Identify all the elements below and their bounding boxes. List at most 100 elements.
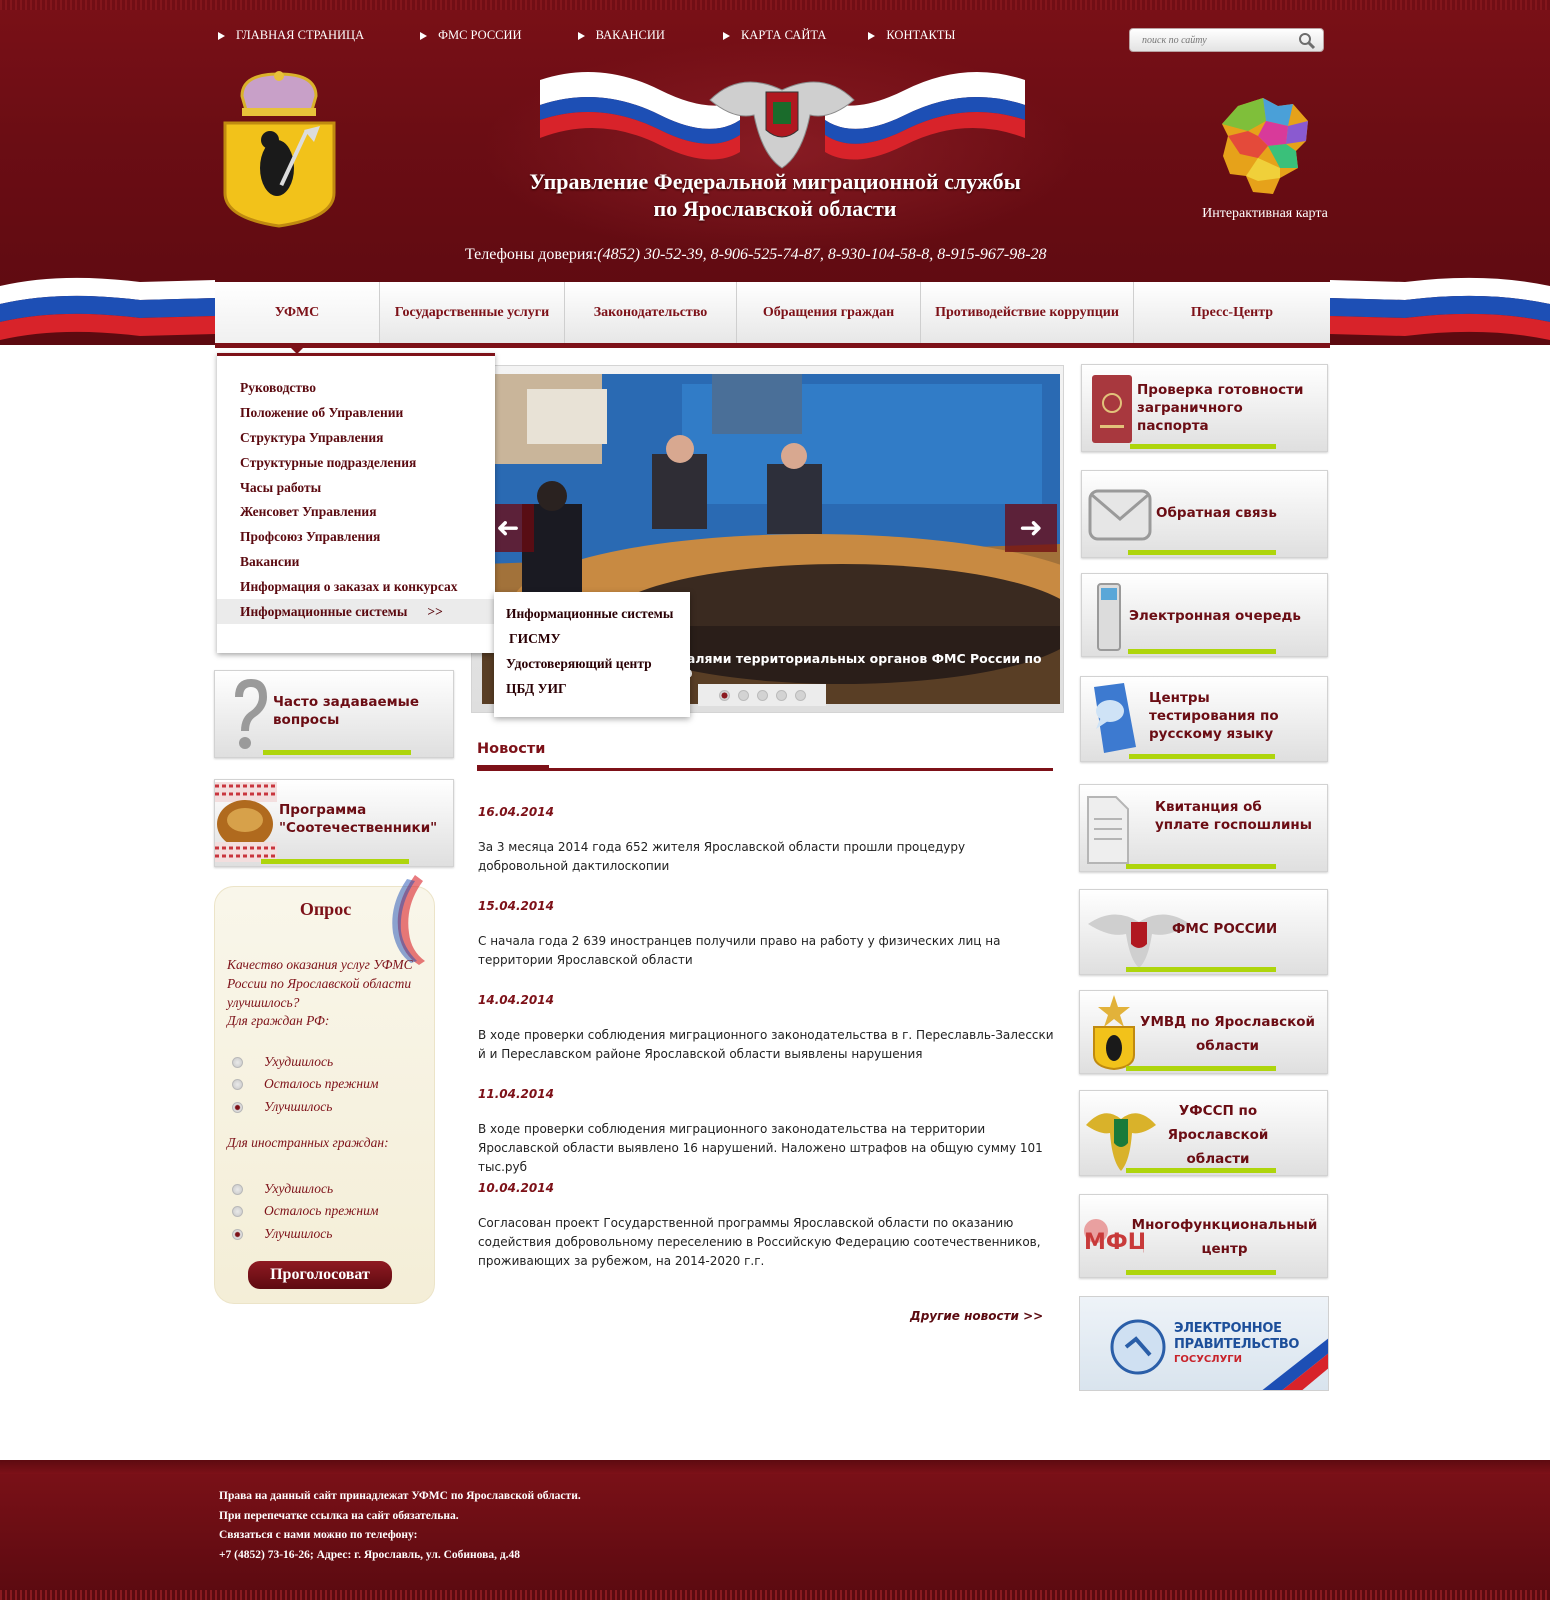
fee-receipt-banner[interactable]: Квитанция об уплате госпошлины — [1079, 784, 1328, 872]
more-news-link[interactable]: Другие новости >> — [910, 1309, 1043, 1323]
top-nav-label: ГЛАВНАЯ СТРАНИЦА — [236, 28, 365, 42]
phones-label: Телефоны доверия: — [465, 246, 598, 263]
news-text[interactable]: С начала года 2 639 иностранцев получили… — [478, 932, 1056, 970]
main-nav: УФМС Государственные услуги Законодатель… — [215, 282, 1330, 354]
vote-button[interactable]: Проголосоват — [248, 1261, 392, 1289]
poll-option-label: Ухудшилось — [264, 1054, 334, 1069]
poll-option-worse-citizens[interactable]: Ухудшилось — [232, 1054, 333, 1070]
slider-next-button[interactable]: ➜ — [1005, 504, 1057, 552]
ufssp-banner[interactable]: УФССП по Ярославской области — [1079, 1090, 1328, 1176]
search-icon[interactable] — [1298, 32, 1316, 50]
news-date: 15.04.2014 — [478, 899, 554, 913]
mfc-banner[interactable]: МФЦ Многофункциональный центр — [1079, 1194, 1328, 1278]
egov-line1: ЭЛЕКТРОННОЕ — [1174, 1321, 1282, 1336]
poll-option-worse-foreigners[interactable]: Ухудшилось — [232, 1181, 333, 1197]
news-text[interactable]: В ходе проверки соблюдения миграционного… — [478, 1120, 1056, 1177]
top-nav-home[interactable]: ГЛАВНАЯ СТРАНИЦА — [218, 28, 364, 43]
slider-pagination — [698, 684, 826, 706]
main-nav-legislation[interactable]: Законодательство — [565, 282, 737, 343]
interactive-map-label[interactable]: Интерактивная карта — [1180, 206, 1350, 222]
main-nav-label: Законодательство — [593, 304, 708, 320]
banner-label: Многофункциональный центр — [1131, 1217, 1318, 1257]
site-footer: Права на данный сайт принадлежат УФМС по… — [0, 1460, 1550, 1600]
dropdown-item-hours[interactable]: Часы работы — [217, 475, 495, 500]
submenu-item-info-systems[interactable]: Информационные системы — [494, 601, 690, 626]
main-nav-label: Противодействие коррупции — [935, 304, 1119, 320]
top-nav: ГЛАВНАЯ СТРАНИЦА ФМС РОССИИ ВАКАНСИИ КАР… — [218, 28, 1011, 43]
dropdown-item-trade-union[interactable]: Профсоюз Управления — [217, 525, 495, 550]
dropdown-item-women-council[interactable]: Женсовет Управления — [217, 500, 495, 525]
triangle-right-icon — [722, 31, 730, 40]
top-nav-label: КАРТА САЙТА — [740, 28, 827, 42]
dropdown-item-leadership[interactable]: Руководство — [217, 376, 495, 401]
radio-button[interactable] — [232, 1056, 243, 1068]
umvd-banner[interactable]: УМВД по Ярославской области — [1079, 990, 1328, 1074]
main-nav-gov-services[interactable]: Государственные услуги — [380, 282, 565, 343]
dropdown-item-vacancies[interactable]: Вакансии — [217, 550, 495, 575]
poll-option-better-citizens[interactable]: Улучшилось — [232, 1099, 332, 1115]
banner-label: УМВД по Ярославской области — [1140, 1014, 1315, 1054]
dropdown-item-regulation[interactable]: Положение об Управлении — [217, 401, 495, 426]
submenu-item-cbd-uig[interactable]: ЦБД УИГ — [494, 676, 690, 701]
triangle-right-icon — [868, 31, 876, 40]
egov-line3: ГОСУСЛУГИ — [1174, 1354, 1243, 1365]
main-nav-ufms[interactable]: УФМС — [215, 282, 380, 354]
radio-button[interactable] — [232, 1183, 243, 1195]
footer-line: Права на данный сайт принадлежат УФМС по… — [219, 1490, 581, 1502]
news-text[interactable]: В ходе проверки соблюдения миграционного… — [478, 1026, 1056, 1064]
top-nav-fms[interactable]: ФМС РОССИИ — [420, 28, 522, 43]
info-systems-submenu: Информационные системы ГИСМУ Удостоверяю… — [494, 592, 690, 717]
poll-option-same-citizens[interactable]: Осталось прежним — [232, 1076, 379, 1092]
top-nav-vacancies[interactable]: ВАКАНСИИ — [577, 28, 665, 43]
poll-option-better-foreigners[interactable]: Улучшилось — [232, 1226, 332, 1242]
flag-ribbon-icon — [392, 875, 425, 965]
poll-title: Опрос — [299, 899, 352, 919]
search-input[interactable] — [1130, 29, 1290, 51]
dropdown-item-info-systems[interactable]: Информационные системы >> — [217, 599, 495, 624]
main-nav-press-center[interactable]: Пресс-Центр — [1134, 282, 1330, 343]
slider-dot[interactable] — [775, 689, 787, 701]
radio-button[interactable] — [232, 1205, 243, 1217]
banner-accent-bar — [1126, 1066, 1276, 1071]
submenu-item-certification-center[interactable]: Удостоверяющий центр — [494, 651, 690, 676]
triangle-right-icon — [218, 31, 225, 40]
main-nav-appeals[interactable]: Обращения граждан — [737, 282, 921, 343]
dropdown-item-label: Профсоюз Управления — [240, 529, 381, 545]
top-nav-contacts[interactable]: КОНТАКТЫ — [868, 28, 955, 43]
dropdown-item-subdivisions[interactable]: Структурные подразделения — [217, 450, 495, 475]
dropdown-item-orders[interactable]: Информация о заказах и конкурсах — [217, 574, 495, 599]
dropdown-item-structure[interactable]: Структура Управления — [217, 426, 495, 451]
compatriots-banner[interactable]: Программа "Соотечественники" — [214, 779, 454, 867]
russian-test-centers-banner[interactable]: Центры тестирования по русскому языку — [1080, 676, 1328, 762]
slider-dot[interactable] — [737, 689, 749, 701]
footer-line: При перепечатке ссылка на сайт обязатель… — [219, 1509, 459, 1522]
region-map-icon[interactable] — [1218, 96, 1313, 196]
faq-banner[interactable]: Часто задаваемые вопросы — [214, 670, 454, 758]
fms-russia-banner[interactable]: ФМС РОССИИ — [1079, 889, 1328, 975]
banner-accent-bar — [1126, 1270, 1276, 1275]
slider-dot[interactable] — [756, 689, 768, 701]
passport-check-banner[interactable]: Проверка готовности заграничного паспорт… — [1081, 364, 1328, 452]
banner-accent-bar — [1130, 444, 1276, 449]
footer-line: +7 (4852) 73-16-26; Адрес: г. Ярославль,… — [219, 1548, 521, 1561]
egov-banner[interactable]: ЭЛЕКТРОННОЕ ПРАВИТЕЛЬСТВО ГОСУСЛУГИ — [1079, 1296, 1329, 1391]
slider-dot[interactable] — [794, 689, 806, 701]
radio-button-selected[interactable] — [232, 1101, 243, 1113]
radio-button-selected[interactable] — [232, 1228, 243, 1240]
news-text[interactable]: Согласован проект Государственной програ… — [478, 1214, 1056, 1271]
banner-label: ФМС РОССИИ — [1172, 921, 1278, 937]
radio-button[interactable] — [232, 1078, 243, 1090]
news-date: 10.04.2014 — [478, 1181, 554, 1195]
news-text[interactable]: За 3 месяца 2014 года 652 жителя Ярослав… — [478, 838, 1056, 876]
feedback-banner[interactable]: Обратная связь — [1081, 470, 1328, 558]
envelope-icon — [1088, 489, 1152, 541]
submenu-item-gismu[interactable]: ГИСМУ — [494, 626, 690, 651]
electronic-queue-banner[interactable]: Электронная очередь — [1081, 573, 1328, 657]
slider-dot[interactable] — [718, 689, 730, 701]
banner-accent-bar — [263, 750, 411, 755]
banner-accent-bar — [1129, 754, 1275, 759]
main-nav-anticorruption[interactable]: Противодействие коррупции — [921, 282, 1134, 343]
top-nav-sitemap[interactable]: КАРТА САЙТА — [722, 28, 827, 43]
phones-numbers: (4852) 30-52-39, 8-906-525-74-87, 8-930-… — [597, 246, 1047, 263]
poll-option-same-foreigners[interactable]: Осталось прежним — [232, 1203, 379, 1219]
